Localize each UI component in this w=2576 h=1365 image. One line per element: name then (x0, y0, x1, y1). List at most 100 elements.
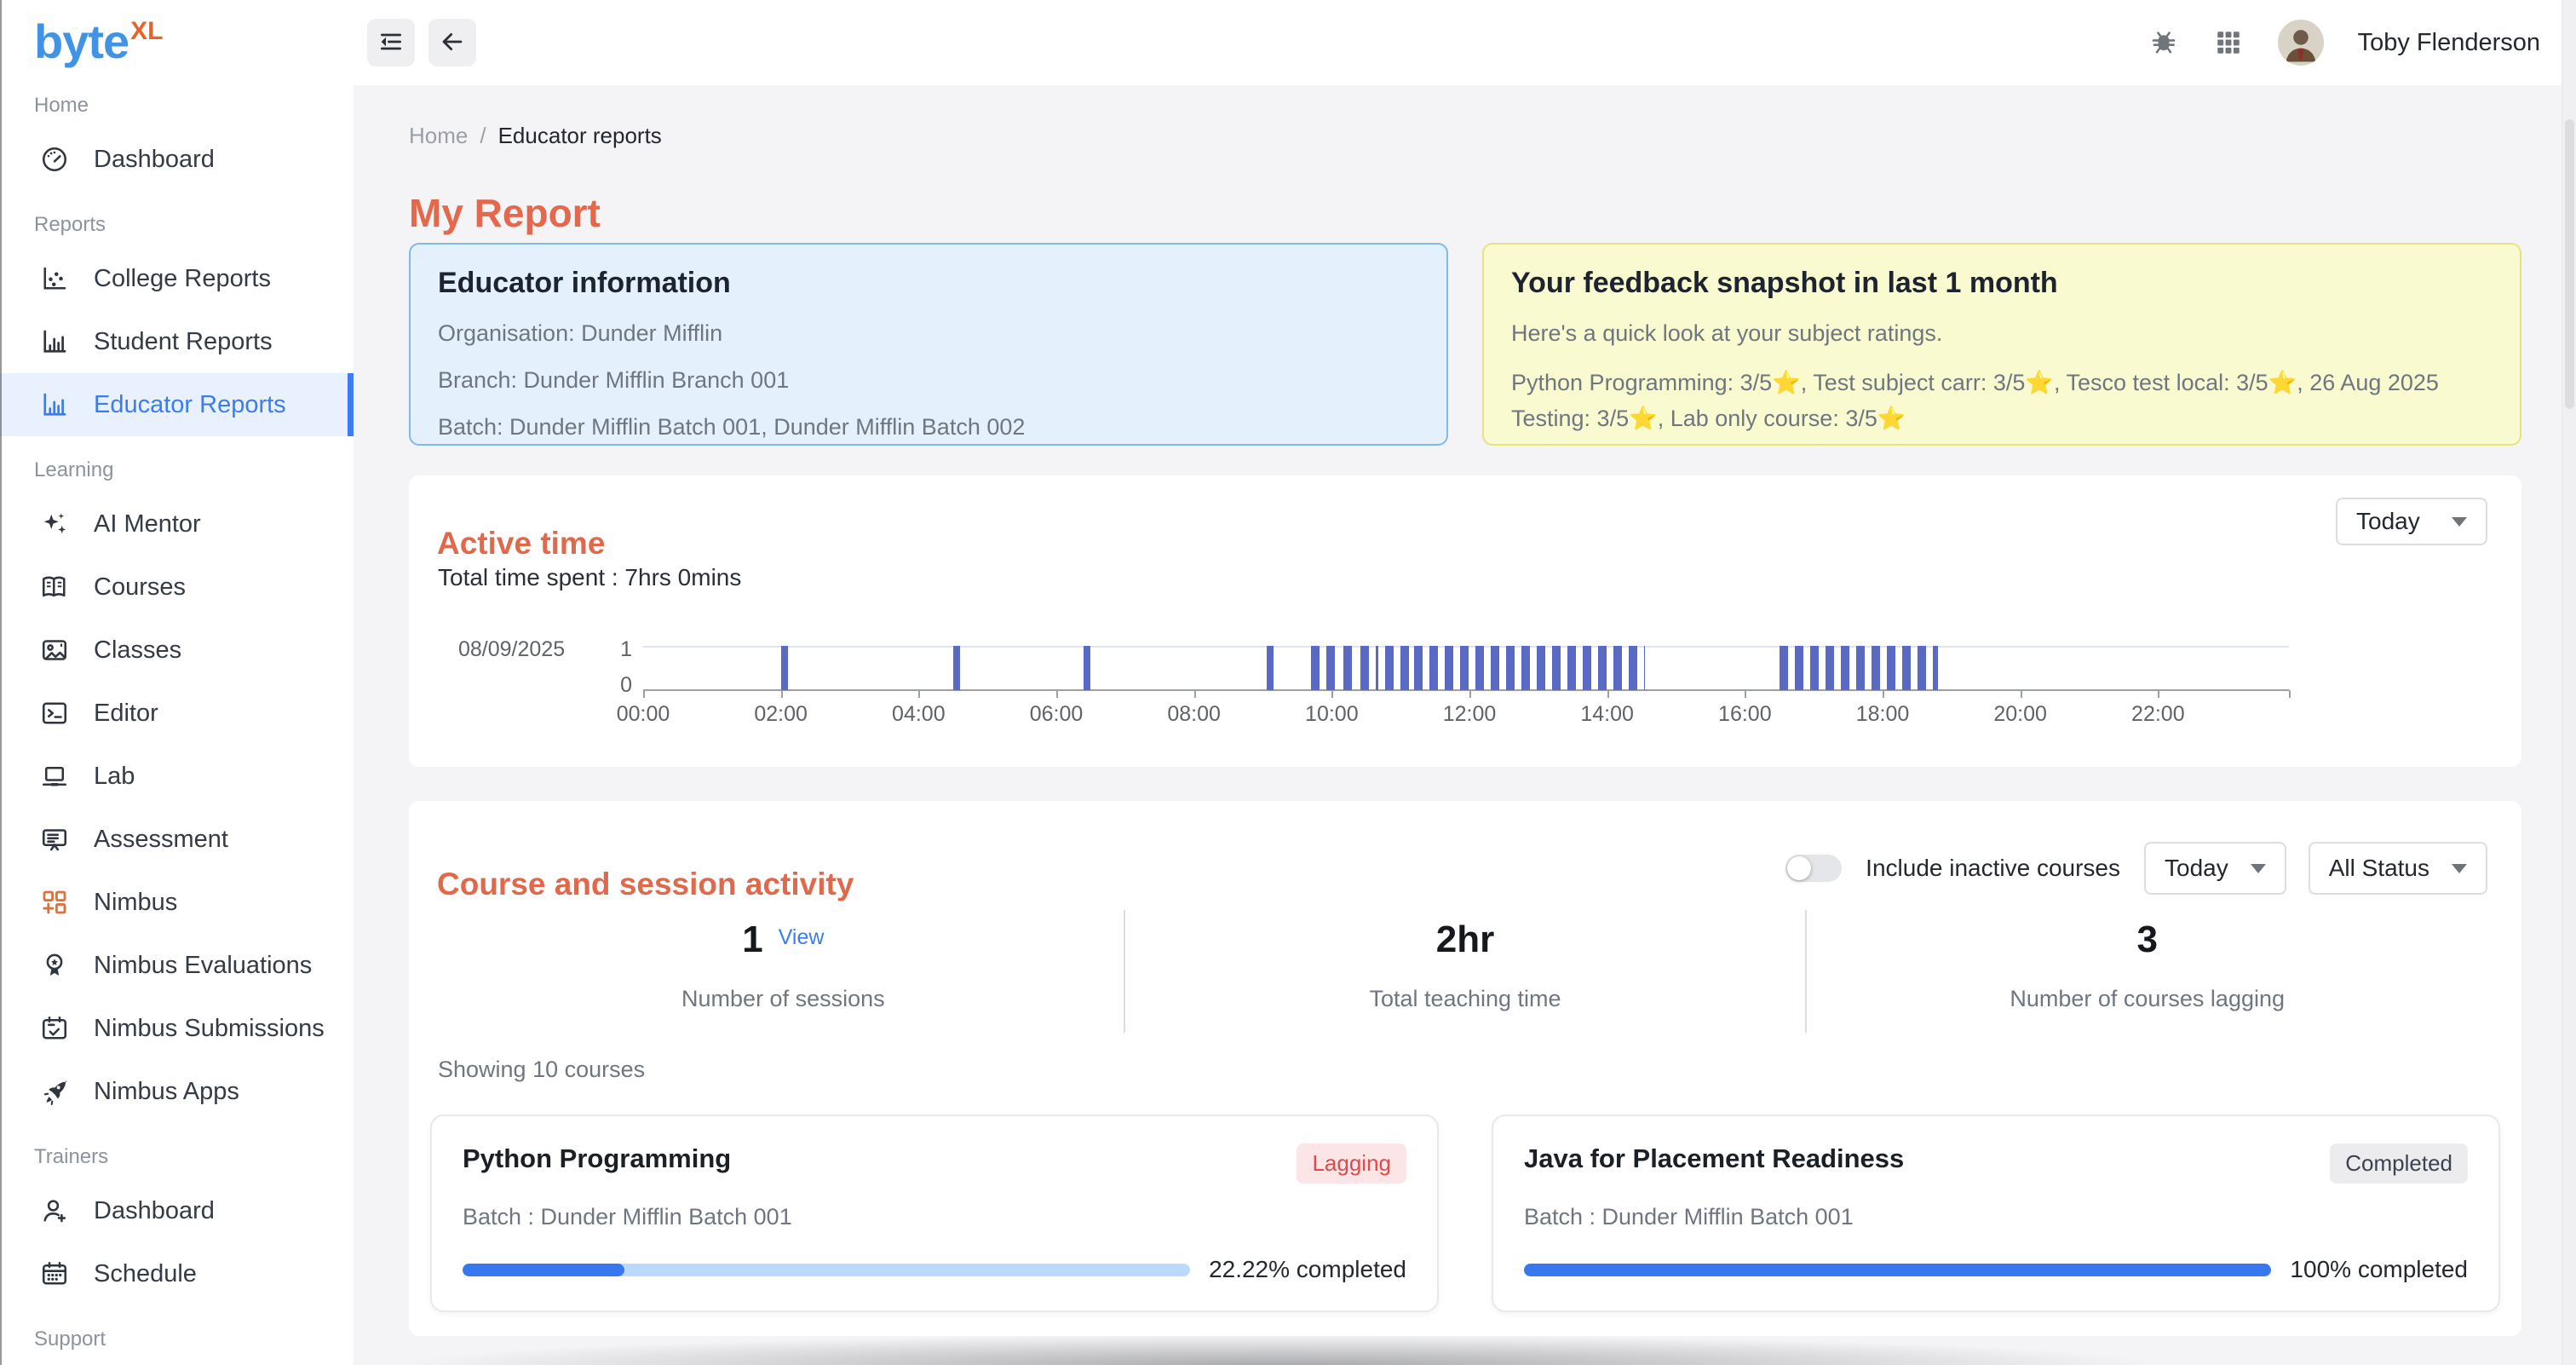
sidebar-item-label: AI Mentor (94, 510, 201, 539)
sidebar-section-label-support: Support (34, 1328, 319, 1351)
sidebar-nav: Home Dashboard Reports College Reports Stude… (0, 94, 354, 1351)
active-time-range-dropdown[interactable]: Today (2336, 498, 2487, 545)
breadcrumb-home[interactable]: Home (409, 123, 468, 149)
image-person-icon (39, 635, 70, 665)
x-axis-label: 04:00 (892, 702, 946, 727)
x-axis-label: 06:00 (1030, 702, 1084, 727)
feedback-snapshot-card: Your feedback snapshot in last 1 month H… (1482, 243, 2521, 446)
activity-bar-interval (781, 646, 788, 690)
calendar-icon (39, 1258, 70, 1289)
page-title: My Report (409, 190, 601, 236)
avatar[interactable] (2278, 20, 2324, 66)
sidebar-item-label: Courses (94, 573, 186, 602)
scrollbar-thumb[interactable] (2565, 119, 2574, 409)
include-inactive-toggle[interactable] (1785, 855, 1842, 882)
educator-branch: Branch: Dunder Mifflin Branch 001 (438, 367, 1419, 394)
sidebar-item-label: Student Reports (94, 328, 273, 356)
activity-bar-interval (1400, 646, 1409, 690)
y-axis-label-0: 0 (595, 673, 632, 698)
sidebar-item-reports-college-reports[interactable]: College Reports (0, 247, 354, 310)
x-axis-label: 18:00 (1856, 702, 1910, 727)
course-activity-card: Course and session activity Include inac… (409, 801, 2521, 1336)
topbar-right-cluster: Toby Flenderson (2148, 0, 2540, 85)
bar-chart-icon (39, 326, 70, 357)
progress-label: 100% completed (2290, 1256, 2468, 1283)
topbar: Toby Flenderson (354, 0, 2562, 85)
x-axis-label: 00:00 (617, 702, 670, 727)
scrollbar[interactable] (2562, 0, 2576, 1365)
x-axis-tick (1745, 690, 1746, 698)
course-activity-controls: Include inactive courses TodayAll Status (1785, 842, 2487, 895)
chart-plot-area: 00:0002:0004:0006:0008:0010:0012:0014:00… (643, 646, 2296, 690)
sidebar-item-learning-ai-mentor[interactable]: AI Mentor (0, 492, 354, 556)
status-badge: Lagging (1297, 1143, 1406, 1184)
x-axis-tick (1331, 690, 1333, 698)
x-axis-label: 08:00 (1167, 702, 1221, 727)
today-dropdown[interactable]: Today (2144, 842, 2286, 895)
user-name[interactable]: Toby Flenderson (2358, 29, 2540, 57)
course-card-python-programming[interactable]: Python ProgrammingLaggingBatch : Dunder … (430, 1114, 1439, 1312)
sidebar-item-reports-student-reports[interactable]: Student Reports (0, 310, 354, 373)
stat-value: 1 (742, 919, 762, 962)
course-name: Java for Placement Readiness (1524, 1143, 1904, 1174)
brand-logo[interactable]: byteXL (0, 0, 354, 72)
activity-bar-interval (1267, 646, 1274, 690)
terminal-icon (39, 698, 70, 729)
stat-number-of-courses-lagging: 3Number of courses lagging (1805, 910, 2487, 1033)
open-book-icon (39, 572, 70, 602)
x-axis-label: 20:00 (1993, 702, 2047, 727)
sidebar-section-label-trainers: Trainers (34, 1145, 319, 1169)
sidebar-item-learning-nimbus-apps[interactable]: Nimbus Apps (0, 1060, 354, 1123)
back-button[interactable] (428, 19, 476, 66)
educator-info-title: Educator information (438, 267, 1419, 300)
sidebar-item-learning-nimbus-submissions[interactable]: Nimbus Submissions (0, 997, 354, 1060)
sidebar-item-label: Educator Reports (94, 391, 286, 419)
activity-bar-interval (1780, 646, 1938, 690)
activity-bar-interval (1385, 646, 1394, 690)
progress-fill (1524, 1264, 2271, 1276)
sidebar-item-trainers-dashboard[interactable]: Dashboard (0, 1179, 354, 1242)
sidebar-item-learning-nimbus[interactable]: Nimbus (0, 871, 354, 934)
all-status-dropdown[interactable]: All Status (2309, 842, 2487, 895)
nimbus-grid-icon (39, 887, 70, 918)
apps-grid-icon[interactable] (2213, 27, 2244, 58)
view-sessions-link[interactable]: View (779, 925, 825, 950)
today-value: Today (2165, 855, 2228, 882)
sidebar-section-label-reports: Reports (34, 213, 319, 237)
stat-number-of-sessions: 1ViewNumber of sessions (443, 910, 1124, 1033)
feedback-subtitle: Here's a quick look at your subject rati… (1511, 320, 2493, 347)
sidebar-item-learning-nimbus-evaluations[interactable]: Nimbus Evaluations (0, 934, 354, 997)
course-cards-row: Python ProgrammingLaggingBatch : Dunder … (430, 1114, 2500, 1312)
active-time-card: Active time Total time spent : 7hrs 0min… (409, 475, 2521, 767)
x-axis-tick (2021, 690, 2022, 698)
x-axis-tick (1469, 690, 1471, 698)
sidebar-item-reports-educator-reports[interactable]: Educator Reports (0, 373, 354, 436)
status-badge: Completed (2330, 1143, 2468, 1184)
sidebar-item-learning-classes[interactable]: Classes (0, 619, 354, 682)
sidebar-item-home-dashboard[interactable]: Dashboard (0, 128, 354, 191)
total-time-label: Total time spent : 7hrs 0mins (438, 564, 741, 591)
laptop-icon (39, 761, 70, 792)
scatter-chart-icon (39, 263, 70, 294)
sidebar-item-trainers-schedule[interactable]: Schedule (0, 1242, 354, 1305)
sidebar-item-learning-lab[interactable]: Lab (0, 745, 354, 808)
active-time-chart: 08/09/2025 00:0002:0004:0006:0008:0010:0… (458, 636, 2487, 755)
collapse-sidebar-button[interactable] (367, 19, 415, 66)
course-card-java-for-placement-readiness[interactable]: Java for Placement Readiness Completed Bat… (1492, 1114, 2500, 1312)
sidebar-item-learning-assessment[interactable]: Assessment (0, 808, 354, 871)
person-plus-icon (39, 1195, 70, 1226)
all-status-value: All Status (2329, 855, 2429, 882)
educator-batch: Batch: Dunder Mifflin Batch 001, Dunder … (438, 414, 1419, 441)
sidebar-section-label-home: Home (34, 94, 319, 118)
x-axis-tick (918, 690, 920, 698)
sidebar-item-label: College Reports (94, 265, 271, 293)
stat-value: 3 (2136, 919, 2157, 962)
sidebar-item-label: Assessment (94, 826, 228, 854)
brand-suffix: XL (130, 17, 163, 45)
sidebar-item-learning-courses[interactable]: Courses (0, 556, 354, 619)
activity-bar-interval (1311, 646, 1338, 690)
bug-icon[interactable] (2148, 27, 2179, 58)
back-arrow-icon (439, 28, 466, 58)
course-batch: Batch : Dunder Mifflin Batch 001 (1524, 1204, 2468, 1230)
sidebar-item-learning-editor[interactable]: Editor (0, 682, 354, 745)
